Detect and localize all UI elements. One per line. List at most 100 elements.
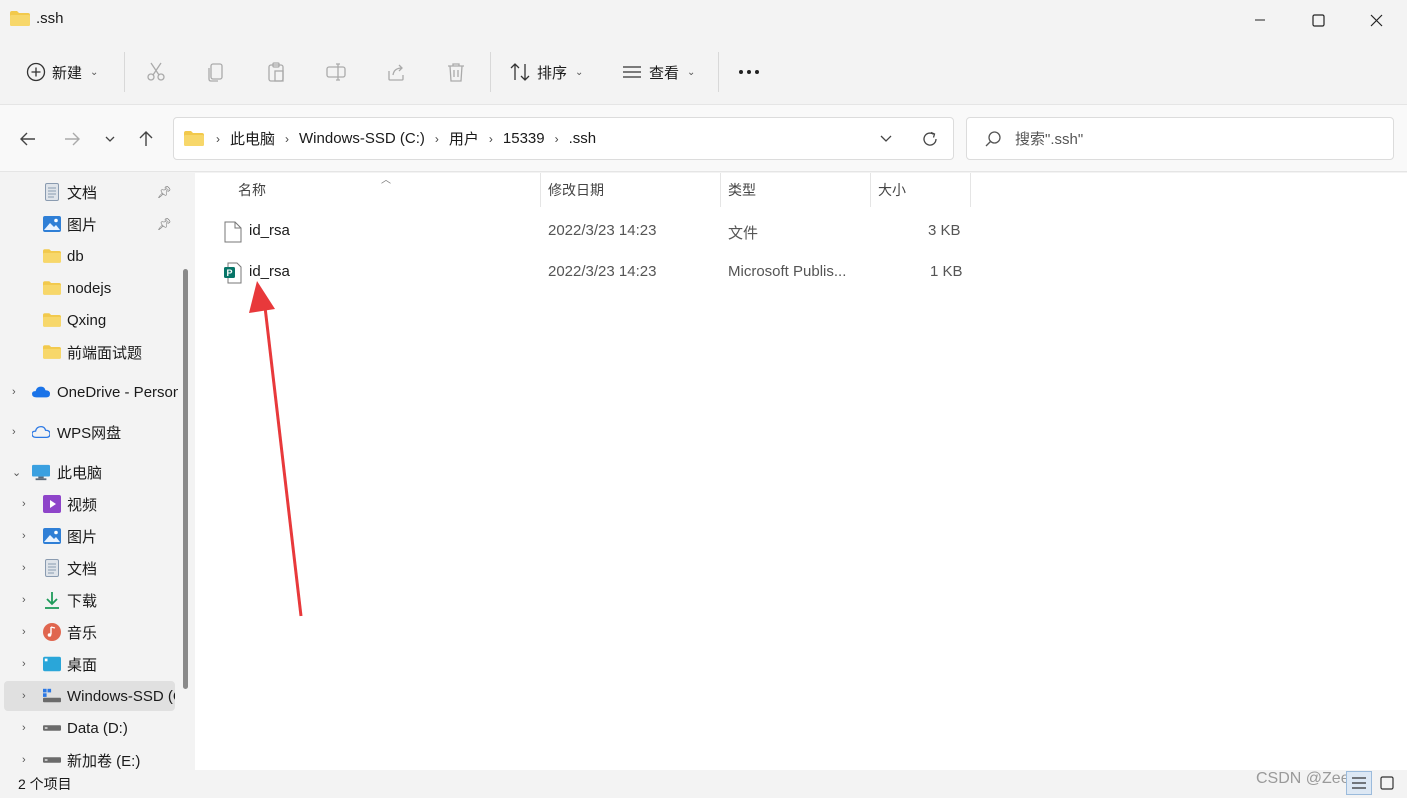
sidebar-item-drive-d[interactable]: › Data (D:) xyxy=(0,713,178,743)
file-row[interactable]: id_rsa 2022/3/23 14:23 文件 3 KB xyxy=(195,212,1407,252)
sidebar-item-pictures[interactable]: › 图片 xyxy=(0,521,178,551)
status-bar: 2 个项目 xyxy=(0,770,1407,798)
tiles-view-icon xyxy=(1380,776,1394,790)
drive-c-icon xyxy=(43,687,61,705)
sidebar-item-documents-pinned[interactable]: 文档 📌︎ xyxy=(0,177,178,207)
file-row[interactable]: P id_rsa 2022/3/23 14:23 Microsoft Publi… xyxy=(195,253,1407,293)
sidebar-item-db[interactable]: db xyxy=(0,241,178,271)
rename-button[interactable] xyxy=(325,52,347,92)
sidebar-item-label: 桌面 xyxy=(67,656,98,674)
breadcrumb-item[interactable]: .ssh xyxy=(565,130,601,147)
sidebar-item-pictures-pinned[interactable]: 图片 📌︎ xyxy=(0,209,178,239)
new-button[interactable]: 新建 ⌄ xyxy=(26,52,98,92)
column-divider[interactable] xyxy=(720,173,721,207)
sidebar-item-videos[interactable]: › 视频 xyxy=(0,489,178,519)
sidebar-item-label: 图片 xyxy=(67,216,98,234)
maximize-button[interactable] xyxy=(1289,0,1347,40)
breadcrumb-item[interactable]: 15339 xyxy=(499,130,549,147)
pictures-icon xyxy=(43,527,61,545)
sidebar-item-music[interactable]: › 音乐 xyxy=(0,617,178,647)
chevron-right-icon[interactable]: › xyxy=(22,498,26,510)
paste-button[interactable] xyxy=(265,52,287,92)
sidebar-item-desktop[interactable]: › 桌面 xyxy=(0,649,178,679)
column-divider[interactable] xyxy=(540,173,541,207)
pin-icon: 📌︎ xyxy=(156,185,172,199)
forward-button[interactable] xyxy=(58,125,86,153)
sidebar-item-drive-c[interactable]: › Windows-SSD (C:) xyxy=(4,681,175,711)
column-header-name[interactable]: 名称 xyxy=(238,173,266,207)
column-header-size[interactable]: 大小 xyxy=(878,173,906,207)
column-header-type[interactable]: 类型 xyxy=(728,173,756,207)
file-name: id_rsa xyxy=(249,222,290,239)
sidebar-item-downloads[interactable]: › 下载 xyxy=(0,585,178,615)
delete-button[interactable] xyxy=(445,52,467,92)
chevron-right-icon[interactable]: › xyxy=(22,562,26,574)
column-divider[interactable] xyxy=(870,173,871,207)
sort-button[interactable]: 排序 ⌄ xyxy=(509,52,583,92)
file-size: 3 KB xyxy=(928,222,961,239)
share-button[interactable] xyxy=(385,52,407,92)
sidebar-item-label: 视频 xyxy=(67,496,98,514)
search-box[interactable] xyxy=(966,117,1394,160)
chevron-right-icon[interactable]: › xyxy=(12,386,16,398)
file-modified: 2022/3/23 14:23 xyxy=(548,222,657,239)
sidebar-item-qxing[interactable]: Qxing xyxy=(0,305,178,335)
chevron-right-icon[interactable]: › xyxy=(22,626,26,638)
sidebar-item-this-pc[interactable]: ⌄ 此电脑 xyxy=(0,457,178,487)
chevron-right-icon[interactable]: › xyxy=(22,658,26,670)
sidebar-item-label: OneDrive - Personal xyxy=(57,383,178,401)
computer-icon xyxy=(32,463,50,481)
search-input[interactable] xyxy=(1015,128,1375,150)
sidebar-item-documents[interactable]: › 文档 xyxy=(0,553,178,583)
navigation-scrollbar[interactable] xyxy=(183,269,188,689)
chevron-right-icon[interactable]: › xyxy=(22,594,26,606)
up-button[interactable] xyxy=(132,125,160,153)
drive-icon xyxy=(43,751,61,769)
details-view-button[interactable] xyxy=(1346,771,1372,795)
command-bar: 新建 ⌄ 排序 ⌄ 查看 ⌄ xyxy=(0,40,1407,104)
tiles-view-button[interactable] xyxy=(1374,771,1400,795)
column-divider[interactable] xyxy=(970,173,971,207)
sidebar-item-wps-cloud[interactable]: › WPS网盘 xyxy=(0,417,178,447)
view-button[interactable]: 查看 ⌄ xyxy=(621,52,695,92)
sidebar-item-label: Qxing xyxy=(67,311,107,329)
chevron-right-icon[interactable]: › xyxy=(22,722,26,734)
chevron-right-icon[interactable]: › xyxy=(22,690,26,702)
file-list: ︿ 名称 修改日期 类型 大小 id_rsa 2022/3/23 14:23 文… xyxy=(195,173,1407,770)
sidebar-item-label: nodejs xyxy=(67,279,112,297)
refresh-button[interactable] xyxy=(920,129,940,153)
close-button[interactable] xyxy=(1347,0,1405,40)
address-bar[interactable]: › 此电脑 › Windows-SSD (C:) › 用户 › 15339 › … xyxy=(173,117,954,160)
sidebar-item-nodejs[interactable]: nodejs xyxy=(0,273,178,303)
minimize-button[interactable] xyxy=(1231,0,1289,40)
sidebar-item-drive-e[interactable]: › 新加卷 (E:) xyxy=(0,745,178,770)
column-header-modified[interactable]: 修改日期 xyxy=(548,173,604,207)
chevron-right-icon: › xyxy=(554,131,559,146)
folder-icon xyxy=(43,311,61,329)
sidebar-item-onedrive[interactable]: › OneDrive - Personal xyxy=(0,377,178,407)
chevron-down-icon[interactable]: ⌄ xyxy=(12,466,21,479)
cut-button[interactable] xyxy=(145,52,167,92)
breadcrumb-item[interactable]: 此电脑 xyxy=(226,128,279,149)
folder-icon xyxy=(43,279,61,297)
music-icon xyxy=(43,623,61,641)
pictures-icon xyxy=(43,215,61,233)
copy-button[interactable] xyxy=(205,52,227,92)
chevron-right-icon[interactable]: › xyxy=(22,754,26,766)
address-history-button[interactable] xyxy=(878,130,894,150)
document-icon xyxy=(43,183,61,201)
breadcrumb-item[interactable]: 用户 xyxy=(445,128,483,149)
breadcrumb-item[interactable]: Windows-SSD (C:) xyxy=(295,130,429,147)
more-options-button[interactable] xyxy=(737,52,761,92)
recent-locations-button[interactable] xyxy=(96,125,124,153)
arrow-left-icon xyxy=(20,132,35,146)
file-name: id_rsa xyxy=(249,263,290,280)
sidebar-item-label: 前端面试题 xyxy=(67,344,143,362)
close-icon xyxy=(1370,14,1382,26)
sidebar-item-interview-questions[interactable]: 前端面试题 xyxy=(0,337,178,367)
chevron-right-icon[interactable]: › xyxy=(22,530,26,542)
chevron-right-icon: › xyxy=(488,131,493,146)
minimize-icon xyxy=(1255,19,1265,21)
back-button[interactable] xyxy=(14,125,42,153)
chevron-right-icon[interactable]: › xyxy=(12,426,16,438)
